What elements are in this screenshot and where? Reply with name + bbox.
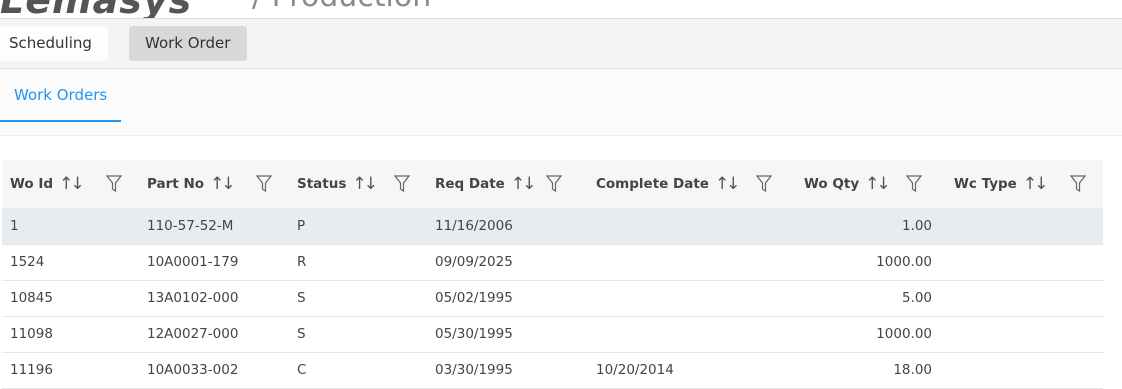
- app-logo: Lemasys: [0, 0, 192, 18]
- cell-wc-type: [946, 244, 1103, 280]
- cell-wc-type: [946, 280, 1103, 316]
- filter-icon[interactable]: [106, 175, 122, 193]
- cell-status: S: [297, 290, 306, 306]
- cell-wo-id: 1: [10, 217, 19, 234]
- cell-complete-date: [588, 280, 796, 316]
- column-header-part-no[interactable]: Part No ↑↓: [139, 160, 289, 208]
- cell-wo-id: 11098: [10, 326, 53, 342]
- app-header: Lemasys / Production: [0, 0, 1122, 19]
- cell-complete-date: [588, 244, 796, 280]
- cell-wo-id: 11196: [10, 362, 53, 378]
- filter-icon[interactable]: [756, 175, 772, 193]
- column-label: Complete Date: [596, 176, 709, 192]
- column-label: Part No: [147, 176, 205, 192]
- column-header-status[interactable]: Status ↑↓: [289, 160, 427, 208]
- menu-bar: Scheduling Work Order: [0, 19, 1122, 69]
- table-row[interactable]: 11196 10A0033-002 C 03/30/1995 10/20/201…: [2, 352, 1103, 388]
- filter-icon[interactable]: [1070, 175, 1086, 193]
- cell-wo-qty: 1000.00: [876, 326, 932, 342]
- sort-icon[interactable]: ↑↓: [352, 174, 377, 194]
- tab-bar: Work Orders: [0, 69, 1122, 136]
- column-header-complete-date[interactable]: Complete Date ↑↓: [588, 160, 796, 208]
- cell-wc-type: [946, 208, 1103, 244]
- cell-wo-qty: 1000.00: [876, 254, 932, 270]
- cell-complete-date: [588, 208, 796, 244]
- sort-icon[interactable]: ↑↓: [210, 174, 235, 194]
- table-row[interactable]: 1524 10A0001-179 R 09/09/2025 1000.00: [2, 244, 1103, 280]
- menu-item-work-order[interactable]: Work Order: [129, 26, 247, 61]
- filter-icon[interactable]: [906, 175, 922, 193]
- column-header-wc-type[interactable]: Wc Type ↑↓: [946, 160, 1103, 208]
- filter-icon[interactable]: [394, 175, 410, 193]
- tab-work-orders[interactable]: Work Orders: [0, 69, 122, 122]
- cell-wo-id: 1524: [10, 254, 45, 270]
- sort-icon[interactable]: ↑↓: [59, 174, 84, 194]
- sort-icon[interactable]: ↑↓: [511, 174, 536, 194]
- cell-wc-type: [946, 352, 1103, 388]
- table-row[interactable]: 11098 12A0027-000 S 05/30/1995 1000.00: [2, 316, 1103, 352]
- grid-header-row: Wo Id ↑↓ Part No ↑↓ Status ↑↓ Req Date ↑…: [2, 160, 1103, 208]
- breadcrumb: / Production: [252, 0, 431, 14]
- menu-item-scheduling[interactable]: Scheduling: [0, 26, 108, 61]
- cell-wo-id: 10845: [10, 290, 53, 306]
- cell-wc-type: [946, 316, 1103, 352]
- cell-wo-qty: 18.00: [893, 362, 932, 378]
- cell-complete-date: 10/20/2014: [596, 362, 674, 378]
- cell-wo-qty: 1.00: [901, 217, 932, 234]
- table-row[interactable]: 10845 13A0102-000 S 05/02/1995 5.00: [2, 280, 1103, 316]
- sort-icon[interactable]: ↑↓: [865, 174, 890, 194]
- filter-icon[interactable]: [256, 175, 272, 193]
- cell-req-date: 09/09/2025: [435, 254, 513, 270]
- table-row[interactable]: 1 110-57-52-M P 11/16/2006 1.00: [2, 208, 1103, 244]
- cell-status: R: [297, 254, 307, 270]
- cell-part-no: 13A0102-000: [147, 290, 239, 306]
- column-header-req-date[interactable]: Req Date ↑↓: [427, 160, 588, 208]
- cell-status: S: [297, 326, 306, 342]
- cell-req-date: 05/02/1995: [435, 290, 513, 306]
- cell-status: C: [297, 362, 307, 378]
- cell-part-no: 12A0027-000: [147, 326, 239, 342]
- column-label: Wo Id: [10, 176, 54, 192]
- cell-part-no: 10A0001-179: [147, 254, 239, 270]
- column-label: Wo Qty: [804, 176, 860, 192]
- cell-wo-qty: 5.00: [901, 290, 932, 306]
- column-header-wo-qty[interactable]: Wo Qty ↑↓: [796, 160, 946, 208]
- column-label: Status: [297, 176, 347, 192]
- cell-req-date: 03/30/1995: [435, 362, 513, 378]
- column-label: Wc Type: [954, 176, 1017, 192]
- cell-part-no: 110-57-52-M: [147, 217, 234, 234]
- cell-req-date: 05/30/1995: [435, 326, 513, 342]
- sort-icon[interactable]: ↑↓: [1023, 174, 1048, 194]
- cell-req-date: 11/16/2006: [435, 217, 513, 234]
- filter-icon[interactable]: [546, 175, 562, 193]
- column-header-wo-id[interactable]: Wo Id ↑↓: [2, 160, 139, 208]
- column-label: Req Date: [435, 176, 505, 192]
- cell-part-no: 10A0033-002: [147, 362, 239, 378]
- work-orders-grid: Wo Id ↑↓ Part No ↑↓ Status ↑↓ Req Date ↑…: [2, 160, 1103, 389]
- cell-status: P: [297, 217, 306, 234]
- sort-icon[interactable]: ↑↓: [715, 174, 740, 194]
- cell-complete-date: [588, 316, 796, 352]
